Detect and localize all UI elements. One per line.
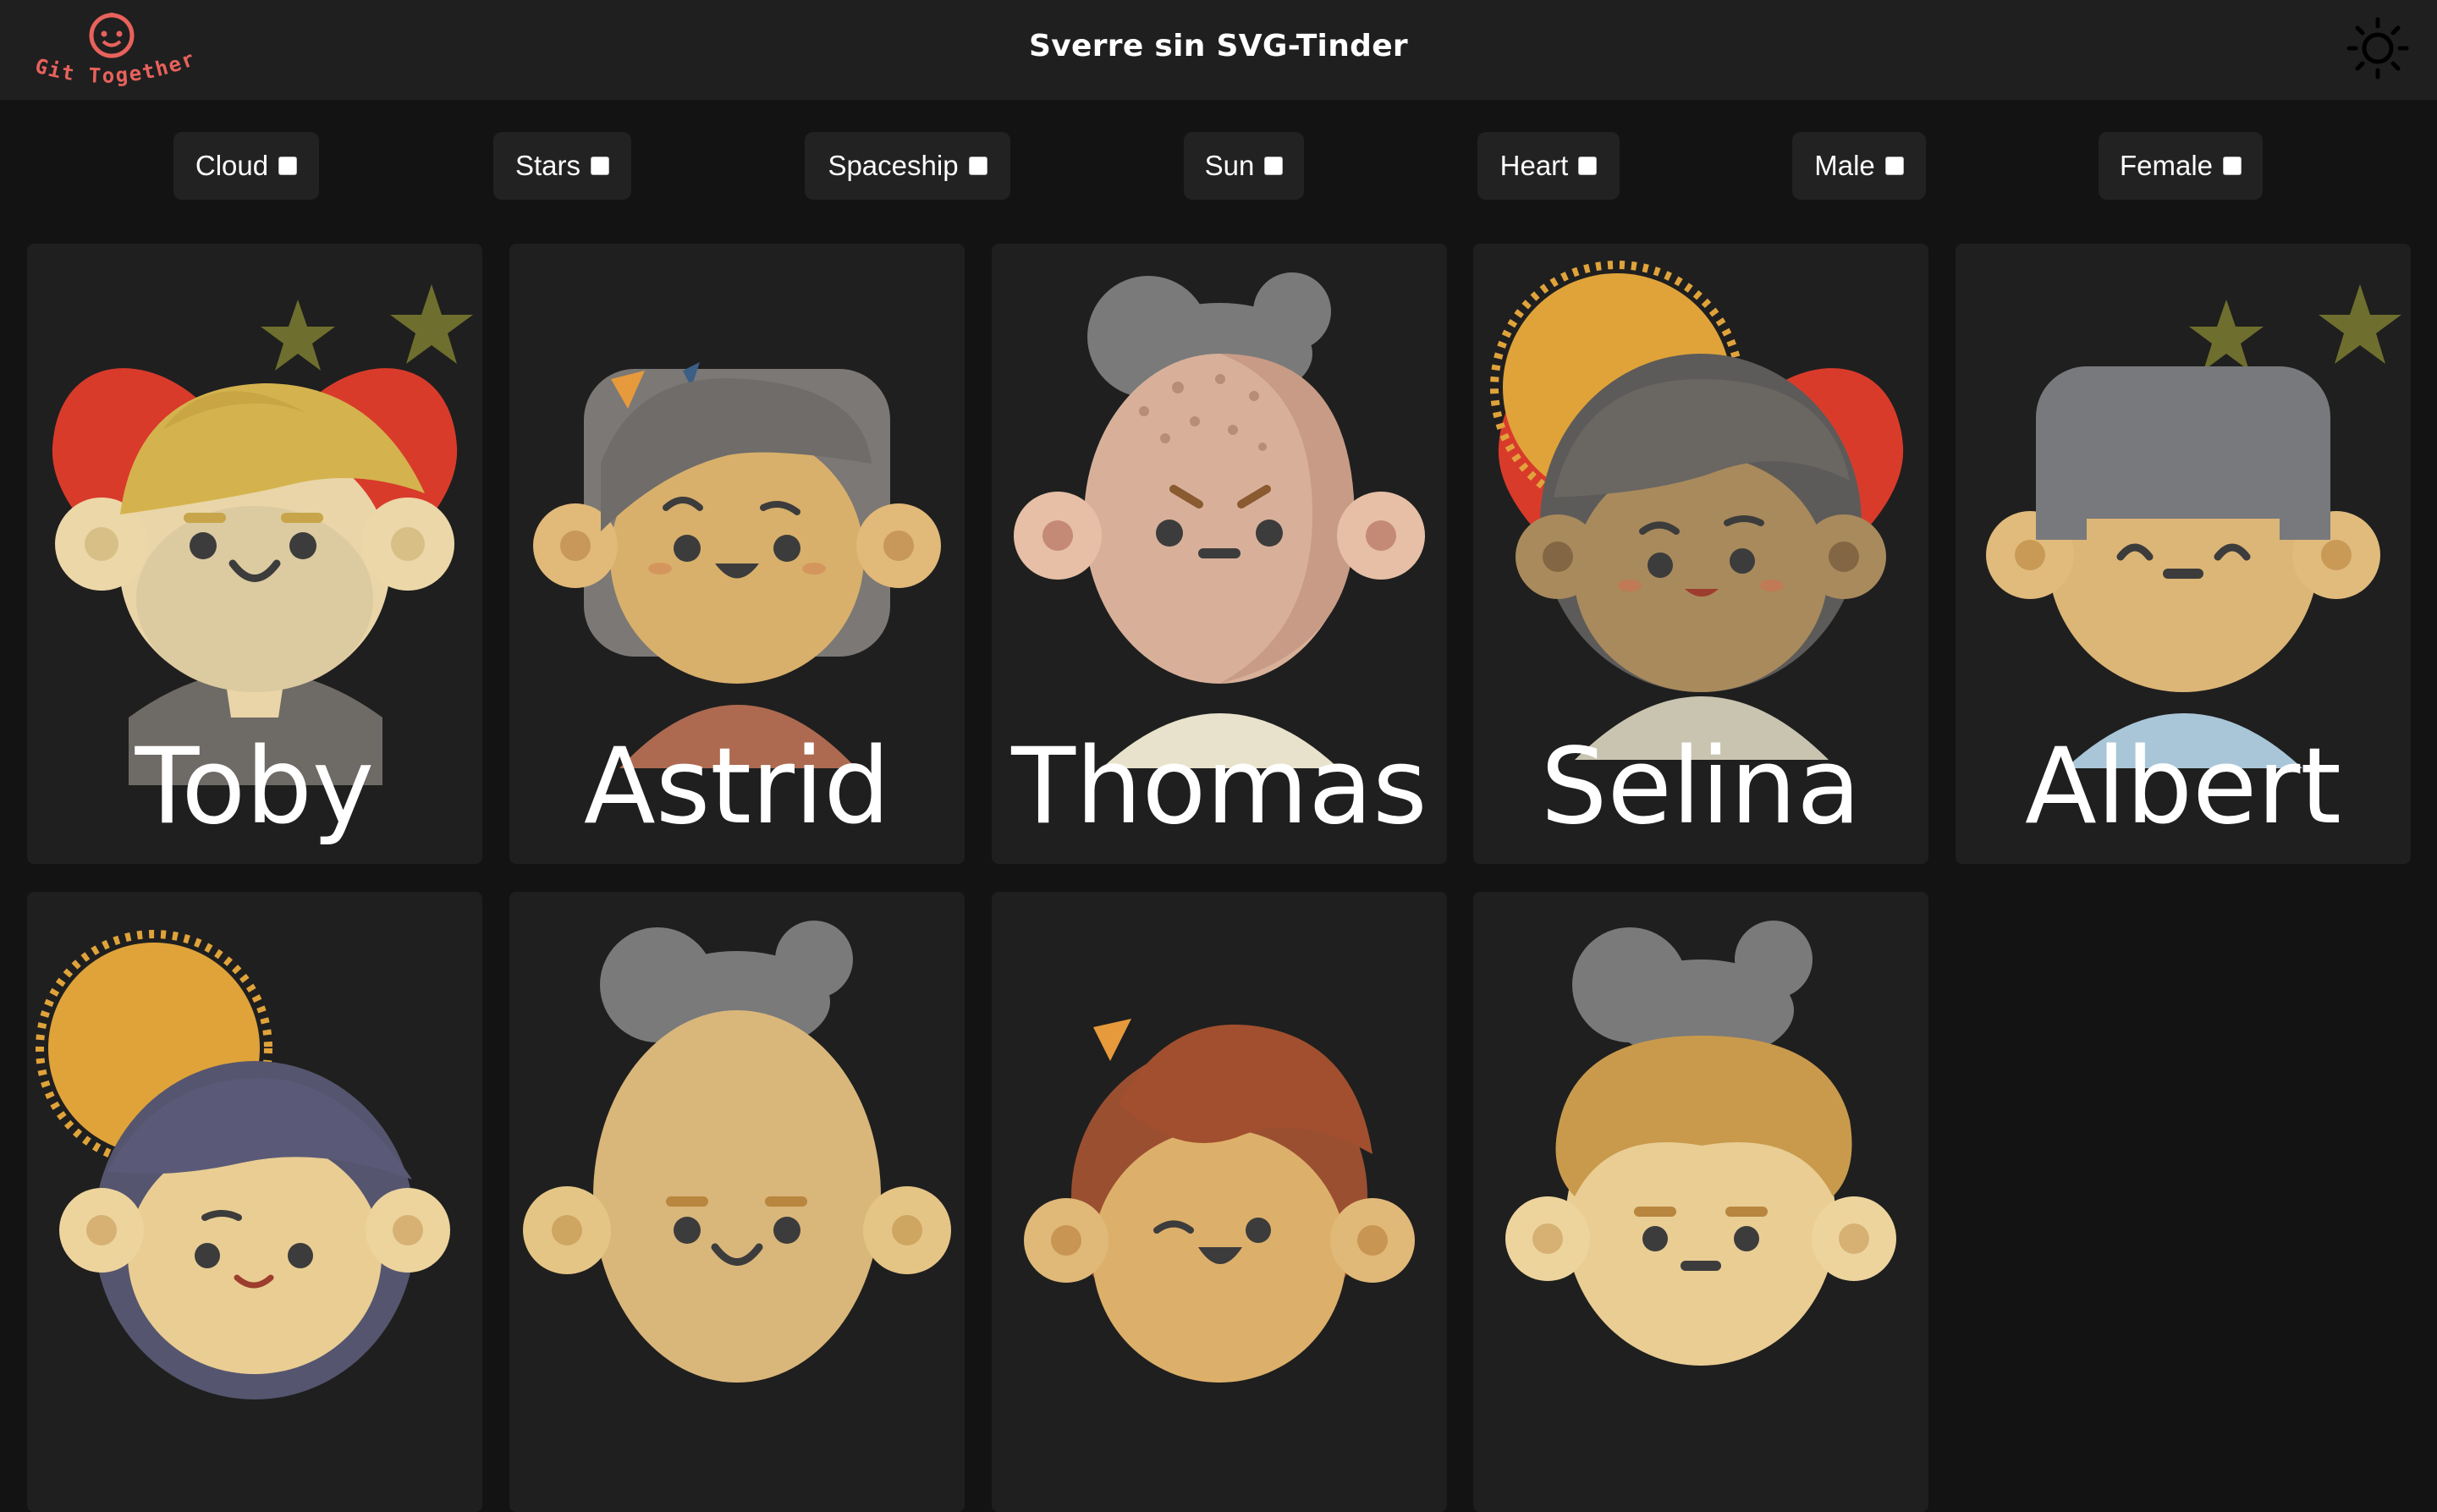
- filter-checkbox[interactable]: [968, 157, 987, 175]
- profile-card[interactable]: [992, 892, 1447, 1512]
- avatar-profile-9: [1505, 921, 1896, 1366]
- filter-heart[interactable]: Heart: [1477, 132, 1620, 200]
- avatar-profile-6: [36, 930, 450, 1399]
- filter-stars[interactable]: Stars: [493, 132, 631, 200]
- profile-card[interactable]: [509, 892, 965, 1512]
- stars-decoration: [261, 284, 473, 371]
- profile-name: Albert: [2025, 726, 2341, 848]
- filter-checkbox[interactable]: [1264, 157, 1284, 175]
- filter-checkbox[interactable]: [1884, 157, 1904, 175]
- profile-card[interactable]: Selina: [1473, 244, 1928, 864]
- avatar-profile-8: [1024, 1019, 1415, 1383]
- profile-name: Toby: [135, 726, 375, 848]
- theme-toggle-button[interactable]: [2344, 14, 2412, 82]
- filter-label: Female: [2119, 150, 2214, 181]
- filter-label: Heart: [1499, 150, 1569, 181]
- profile-card[interactable]: Thomas: [992, 244, 1447, 864]
- app-header: Git Together Sverre sin SVG-Tinder: [0, 0, 2437, 100]
- profile-card[interactable]: Astrid: [509, 244, 965, 864]
- profile-name: Astrid: [583, 726, 891, 848]
- profile-name: Thomas: [1011, 726, 1428, 848]
- profile-card[interactable]: [27, 892, 482, 1512]
- filter-checkbox[interactable]: [1578, 157, 1598, 175]
- profile-card[interactable]: Albert: [1956, 244, 2411, 864]
- profile-name: Selina: [1540, 726, 1862, 848]
- filter-spaceship[interactable]: Spaceship: [805, 132, 1010, 200]
- filter-sun[interactable]: Sun: [1184, 132, 1304, 200]
- filter-label: Male: [1814, 150, 1875, 181]
- profile-card[interactable]: Toby: [27, 244, 482, 864]
- filter-cloud[interactable]: Cloud: [173, 132, 319, 200]
- filter-checkbox[interactable]: [591, 157, 610, 175]
- filter-checkbox[interactable]: [2223, 157, 2242, 175]
- filter-label: Spaceship: [828, 150, 959, 181]
- filter-label: Sun: [1204, 150, 1255, 181]
- filter-bar: Cloud Stars Spaceship Sun Heart Male Fem…: [0, 132, 2437, 201]
- filter-label: Stars: [514, 150, 581, 181]
- filter-label: Cloud: [195, 150, 269, 181]
- avatar-profile-7: [523, 921, 951, 1383]
- stars-decoration: [2189, 284, 2401, 371]
- filter-female[interactable]: Female: [2099, 132, 2263, 200]
- sun-icon: [2346, 17, 2409, 80]
- filter-checkbox[interactable]: [278, 157, 298, 175]
- filter-male[interactable]: Male: [1792, 132, 1926, 200]
- page-title: Sverre sin SVG-Tinder: [1029, 29, 1408, 63]
- profile-card[interactable]: [1473, 892, 1928, 1512]
